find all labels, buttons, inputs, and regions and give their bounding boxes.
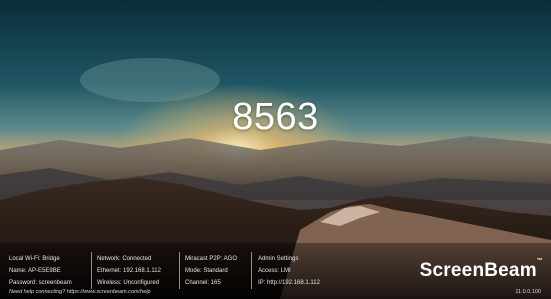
wifi-info-column: Local Wi-Fi: Bridge Name: AP-E5E9BE Pass… (9, 253, 72, 289)
ethernet-ip-text: Ethernet: 192.168.1.112 (97, 268, 161, 274)
miracast-info-column: Miracast P2P: AGO Mode: Standard Channel… (185, 253, 237, 289)
network-info-column: Network: Connected Ethernet: 192.168.1.1… (97, 253, 161, 289)
network-status-text: Network: Connected (97, 256, 152, 262)
screenbeam-lock-screen: 8563 Local Wi-Fi: Bridge Name: AP-E5E9BE… (0, 0, 551, 299)
admin-ip-link[interactable]: IP: http://192.168.1.112 (258, 277, 320, 289)
column-divider (251, 252, 252, 289)
admin-info-column: Admin Settings Access: LMI IP: http://19… (258, 253, 320, 289)
brand-name: ScreenBeam (419, 260, 537, 281)
screenbeam-logo: ScreenBeam™ (419, 258, 543, 282)
channel-text: Channel: 165 (185, 280, 221, 286)
column-divider (91, 252, 92, 289)
mode-text: Mode: Standard (185, 268, 228, 274)
wifi-name-text: Name: AP-E5E9BE (9, 268, 61, 274)
wifi-password-text: Password: screenbeam (9, 280, 72, 286)
trademark-symbol: ™ (536, 258, 543, 264)
wireless-status-text: Wireless: Unconfigured (97, 280, 160, 286)
help-link[interactable]: Need help connecting? https://www.screen… (9, 289, 151, 295)
local-wifi-text: Local Wi-Fi: Bridge (9, 256, 60, 262)
miracast-text: Miracast P2P: AGO (185, 256, 238, 262)
column-divider (179, 252, 180, 289)
pin-code: 8563 (232, 96, 319, 138)
admin-settings-heading: Admin Settings (258, 256, 299, 262)
access-text: Access: LMI (258, 268, 291, 274)
version-label: 11.0.0.100 (515, 289, 541, 295)
